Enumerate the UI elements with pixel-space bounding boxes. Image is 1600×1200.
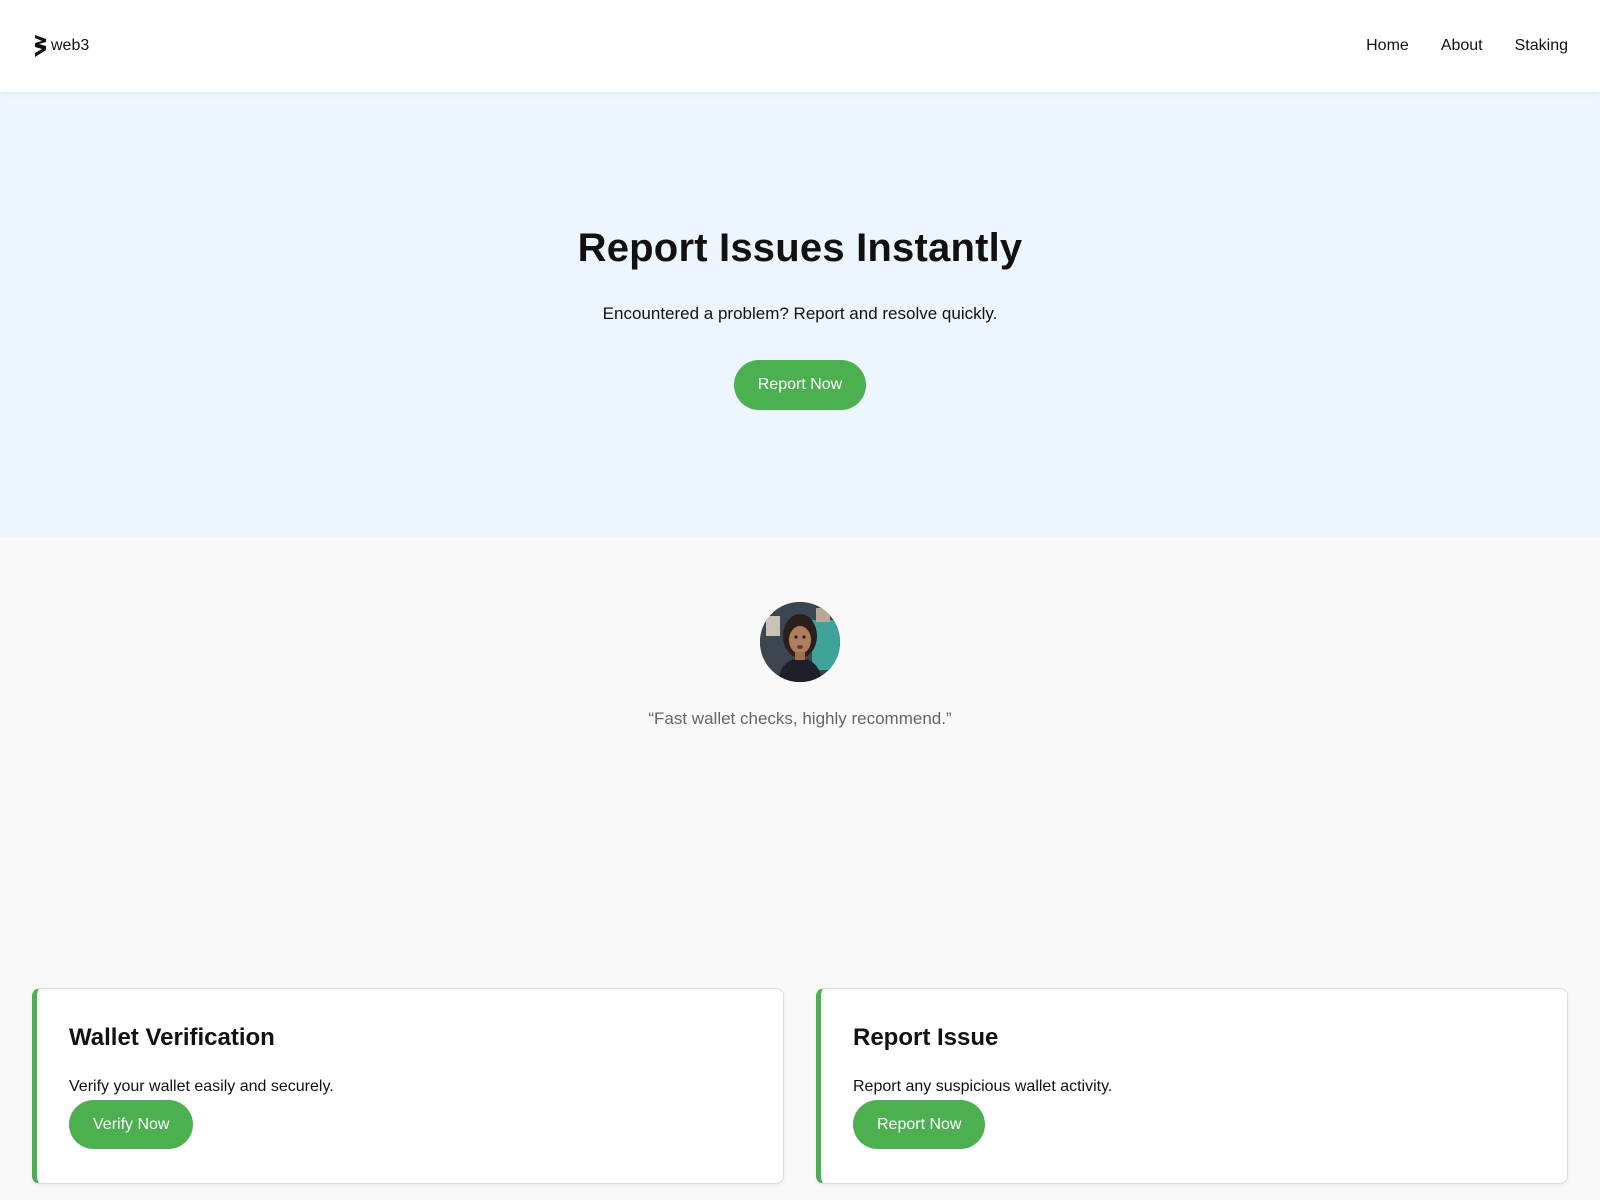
nav-link-about[interactable]: About — [1441, 37, 1483, 55]
card-title: Report Issue — [853, 1024, 999, 1051]
card-text: Verify your wallet easily and securely. — [69, 1078, 334, 1095]
hero-title: Report Issues Instantly — [577, 226, 1023, 270]
feature-cards: Wallet Verification Verify your wallet e… — [32, 988, 1568, 1184]
card-text: Report any suspicious wallet activity. — [853, 1078, 1113, 1095]
card-report-issue: Report Issue Report any suspicious walle… — [816, 988, 1568, 1184]
site-header: web3 Home About Staking — [0, 0, 1600, 92]
main-nav: Home About Staking — [1366, 37, 1568, 55]
user-avatar — [760, 602, 840, 682]
testimonial-quote: “Fast wallet checks, highly recommend.” — [648, 709, 952, 728]
testimonial-section: “Fast wallet checks, highly recommend.” — [0, 537, 1600, 957]
hero-subtitle: Encountered a problem? Report and resolv… — [602, 304, 998, 323]
nav-link-staking[interactable]: Staking — [1515, 37, 1568, 55]
verify-now-button[interactable]: Verify Now — [69, 1100, 194, 1149]
nav-link-home[interactable]: Home — [1366, 37, 1409, 55]
card-wallet-verification: Wallet Verification Verify your wallet e… — [32, 988, 784, 1184]
card-report-now-button[interactable]: Report Now — [853, 1100, 986, 1149]
avatar-illustration — [760, 602, 840, 682]
logo[interactable]: web3 — [34, 33, 89, 59]
web3-logo-icon — [35, 35, 46, 57]
report-now-button[interactable]: Report Now — [734, 360, 866, 410]
hero-section: Report Issues Instantly Encountered a pr… — [0, 92, 1600, 537]
logo-text: web3 — [51, 37, 90, 54]
card-title: Wallet Verification — [69, 1024, 275, 1051]
